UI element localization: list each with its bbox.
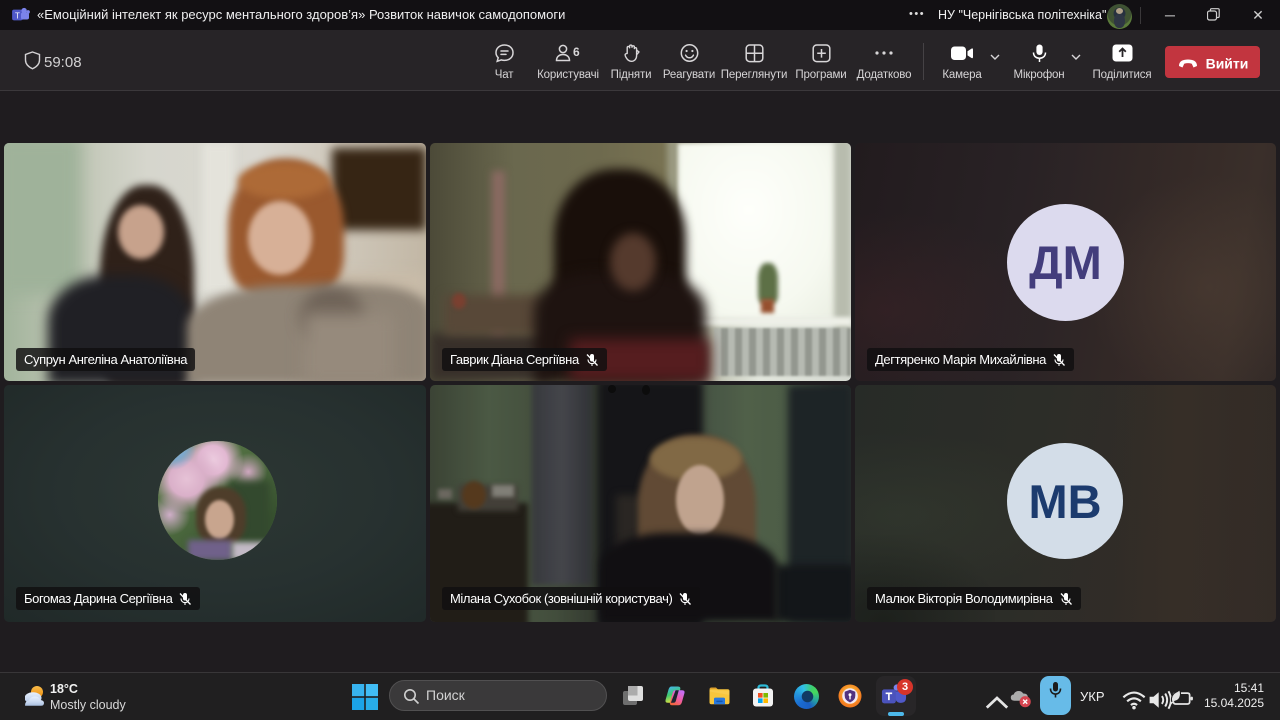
svg-text:6: 6: [573, 45, 580, 59]
svg-text:T: T: [15, 12, 20, 21]
